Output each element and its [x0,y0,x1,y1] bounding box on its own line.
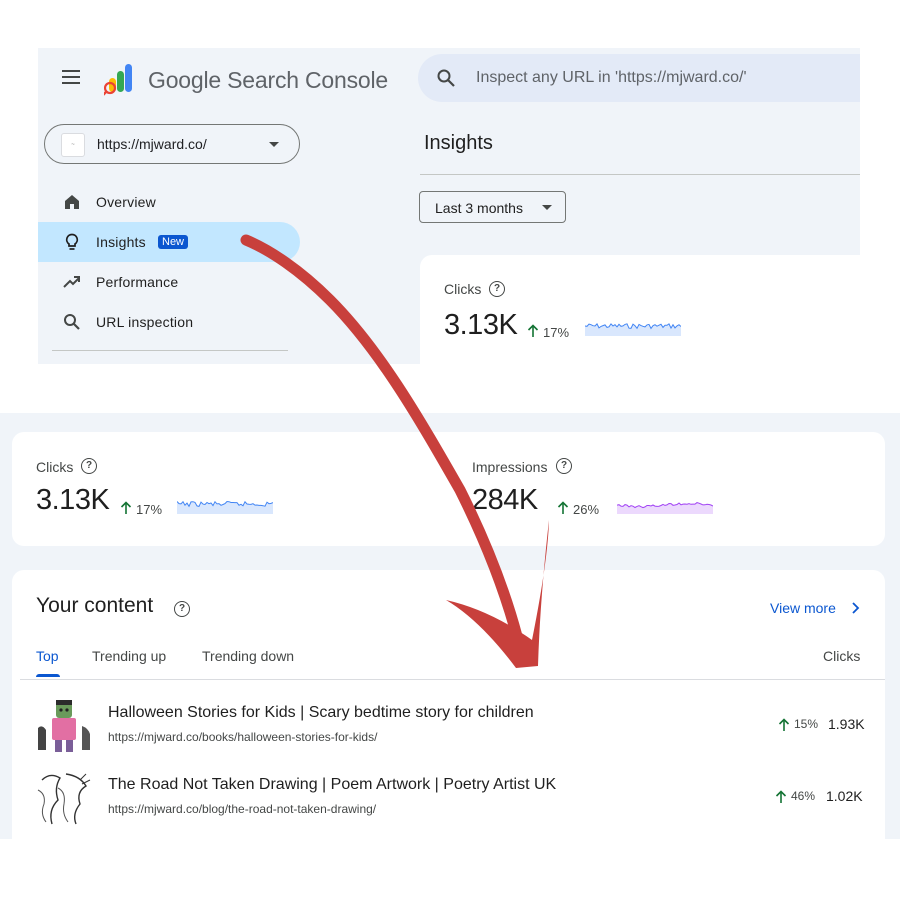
page-title: Insights [424,132,493,155]
sidebar-item-performance[interactable]: Performance [38,262,300,302]
help-icon[interactable]: ? [81,458,97,474]
home-icon [62,192,82,212]
chevron-down-icon [269,142,279,147]
column-header-clicks: Clicks [823,648,860,664]
view-more-link[interactable]: View more [770,600,836,616]
arrow-up-icon [775,790,787,803]
date-range-label: Last 3 months [435,200,523,216]
clicks-delta: 17% [543,325,569,340]
impressions-value: 284K [472,484,538,517]
tab-trending-down[interactable]: Trending down [202,648,294,664]
date-range-dropdown[interactable]: Last 3 months [419,191,566,223]
search-console-logo [104,62,138,96]
clicks-sparkline [177,496,273,514]
chevron-down-icon [542,205,552,210]
help-icon[interactable]: ? [174,601,190,617]
site-favicon-icon: ~ [61,133,85,157]
clicks-label: Clicks [36,459,73,475]
help-icon[interactable]: ? [556,458,572,474]
row-url: https://mjward.co/books/halloween-storie… [108,730,377,744]
arrow-up-icon [557,501,569,514]
arrow-up-icon [120,501,132,514]
row-title[interactable]: Halloween Stories for Kids | Scary bedti… [108,704,534,722]
row-delta: 15% [794,717,818,731]
clicks-label: Clicks [444,281,481,297]
property-label: https://mjward.co/ [97,136,207,152]
row-clicks: 1.93K [828,716,865,732]
row-url: https://mjward.co/blog/the-road-not-take… [108,802,376,816]
app-title: Google Search Console [148,67,388,94]
impressions-delta: 26% [573,502,599,517]
arrow-up-icon [527,324,539,337]
tab-top[interactable]: Top [36,648,59,664]
table-row[interactable]: Halloween Stories for Kids | Scary bedti… [12,698,885,770]
impressions-label: Impressions [472,459,547,475]
search-icon [62,312,82,332]
sidebar-item-overview[interactable]: Overview [38,182,300,222]
arrow-up-icon [778,718,790,731]
sidebar-item-url-inspection[interactable]: URL inspection [38,302,300,342]
tabs-divider [20,679,885,680]
sidebar-item-label: Overview [96,194,156,210]
clicks-metric-card: Clicks ? 3.13K 17% [420,255,860,364]
sidebar-divider [52,350,288,351]
table-row[interactable]: The Road Not Taken Drawing | Poem Artwor… [12,770,885,839]
property-selector[interactable]: ~ https://mjward.co/ [44,124,300,164]
lightbulb-icon [62,232,82,252]
sidebar-item-label: Insights [96,234,146,250]
url-inspect-search[interactable]: Inspect any URL in 'https://mjward.co/' [418,54,860,102]
impressions-sparkline [617,496,713,514]
clicks-sparkline [585,318,681,336]
new-badge: New [158,235,188,249]
section-title: Your content [36,594,153,618]
gsc-top-screenshot: Google Search Console Inspect any URL in… [38,48,860,364]
help-icon[interactable]: ? [489,281,505,297]
main-menu-icon[interactable] [62,70,80,84]
trending-up-icon [62,272,82,292]
sparkline-area [617,503,713,514]
gsc-bottom-screenshot: Clicks ? 3.13K 17% Impressions ? 284K 26… [0,413,900,839]
halloween-book-thumbnail [36,698,92,754]
sidebar-item-label: URL inspection [96,314,193,330]
clicks-value: 3.13K [36,484,109,517]
clicks-value: 3.13K [444,309,517,342]
road-not-taken-thumbnail [36,770,92,826]
header-divider [420,174,860,175]
active-tab-indicator [36,674,60,677]
sidebar-item-label: Performance [96,274,178,290]
row-title[interactable]: The Road Not Taken Drawing | Poem Artwor… [108,776,556,794]
search-input[interactable]: Inspect any URL in 'https://mjward.co/' [476,69,747,87]
metrics-card: Clicks ? 3.13K 17% Impressions ? 284K 26… [12,432,885,546]
row-clicks: 1.02K [826,788,863,804]
search-icon [436,68,456,88]
row-delta: 46% [791,789,815,803]
clicks-delta: 17% [136,502,162,517]
your-content-card: Your content ? View more Top Trending up… [12,570,885,839]
sidebar-item-insights[interactable]: Insights New [38,222,300,262]
chevron-right-icon[interactable] [848,600,862,616]
tab-trending-up[interactable]: Trending up [92,648,166,664]
